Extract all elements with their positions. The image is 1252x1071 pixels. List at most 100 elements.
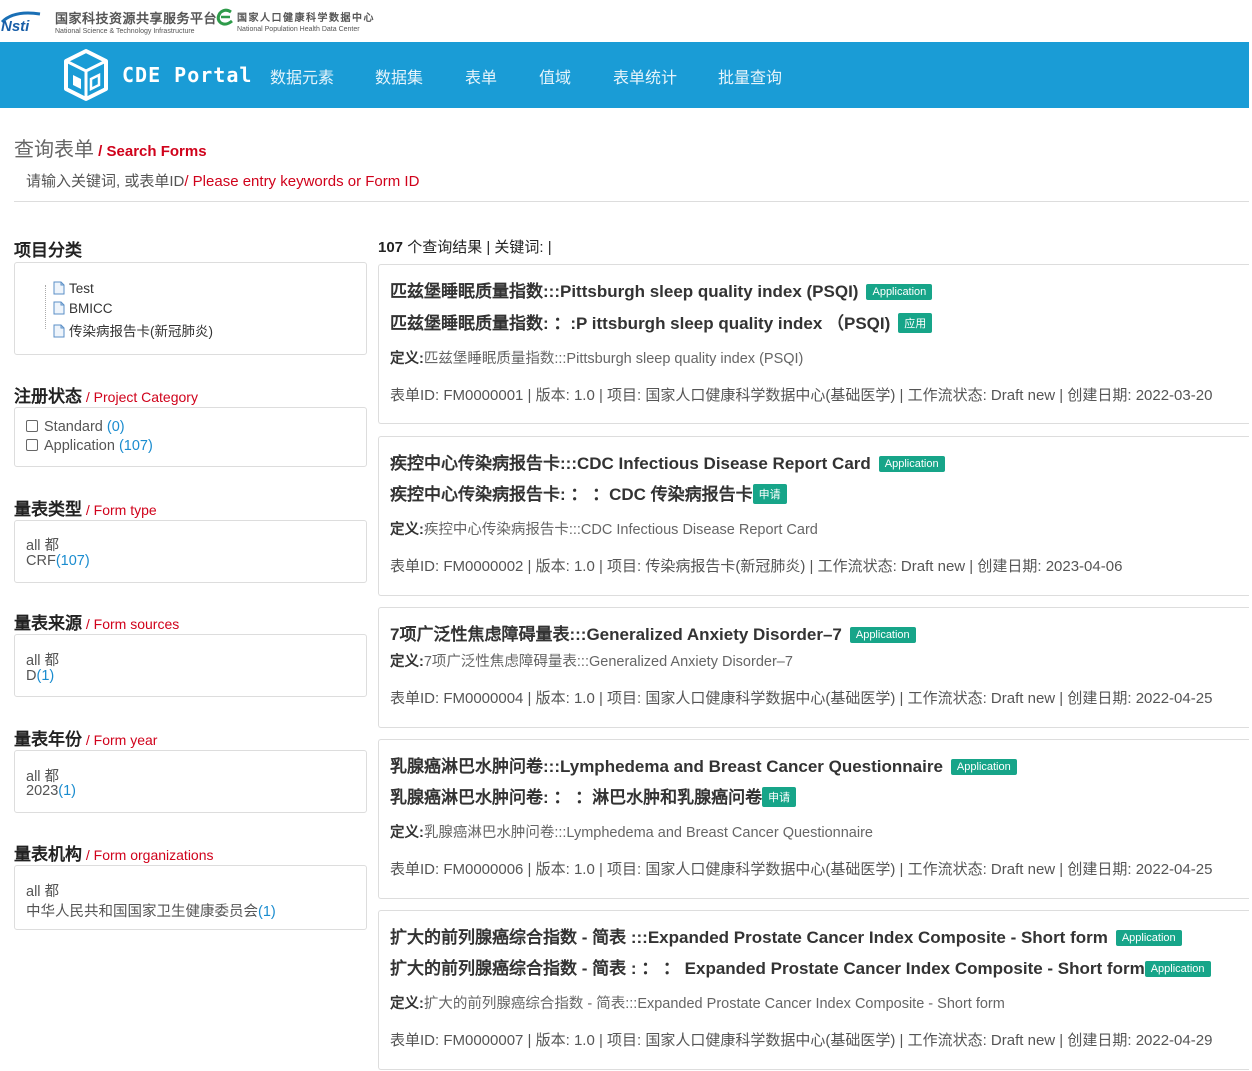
- card-subtitle-text: 疾控中心传染病报告卡: ： ：CDC 传染病报告卡: [390, 485, 753, 504]
- card-title[interactable]: 7项广泛性焦虑障碍量表:::Generalized Anxiety Disord…: [390, 620, 916, 645]
- card-meta: 表单ID: FM0000004 | 版本: 1.0 | 项目: 国家人口健康科学…: [390, 690, 1213, 707]
- result-card[interactable]: 疾控中心传染病报告卡:::CDC Infectious Disease Repo…: [378, 436, 1249, 596]
- card-subtitle-text: 乳腺癌淋巴水肿问卷: ： ：淋巴水肿和乳腺癌问卷: [390, 788, 763, 807]
- nsti-logo-icon: Nsti: [0, 11, 41, 34]
- search-input[interactable]: 请输入关键词, 或表单ID/ Please entry keywords or …: [26, 170, 419, 191]
- card-meta: 表单ID: FM0000006 | 版本: 1.0 | 项目: 国家人口健康科学…: [390, 861, 1213, 878]
- nav-datasets[interactable]: 数据集: [375, 64, 423, 88]
- option-count: (1): [36, 668, 55, 684]
- result-card[interactable]: 扩大的前列腺癌综合指数 - 简表 :::Expanded Prostate Ca…: [378, 910, 1249, 1070]
- facet-project-title-cn: 项目分类: [14, 241, 82, 260]
- card-subtitle[interactable]: 扩大的前列腺癌综合指数 - 简表 : ： ： Expanded Prostate…: [390, 954, 1211, 979]
- page-title-cn: 查询表单: [14, 139, 94, 161]
- facet-form-orgs-title-en: / Form organizations: [82, 847, 214, 863]
- status-badge: Application: [866, 284, 933, 300]
- facet-form-sources-title-en: / Form sources: [82, 616, 180, 632]
- option-count: (107): [118, 438, 153, 454]
- form-year-2023[interactable]: 2023(1): [26, 783, 76, 799]
- option-count: (0): [106, 419, 125, 435]
- facet-status-title-cn: 注册状态: [14, 387, 82, 406]
- option-label: 中华人民共和国国家卫生健康委员会: [26, 904, 258, 920]
- definition-text: 7项广泛性焦虑障碍量表:::Generalized Anxiety Disord…: [423, 654, 793, 670]
- card-subtitle-text: 扩大的前列腺癌综合指数 - 简表 : ： ： Expanded Prostate…: [390, 959, 1145, 978]
- status-option-application[interactable]: Application (107): [26, 438, 153, 454]
- facet-form-type-title-en: / Form type: [82, 502, 157, 518]
- facet-form-year-title-en: / Form year: [82, 732, 158, 748]
- facet-form-sources-title: 量表来源 / Form sources: [14, 609, 179, 634]
- facet-form-year-box: all 都 2023(1): [14, 750, 367, 813]
- result-card[interactable]: 7项广泛性焦虑障碍量表:::Generalized Anxiety Disord…: [378, 607, 1249, 728]
- file-icon: [53, 281, 65, 295]
- definition-label: 定义:: [390, 654, 424, 670]
- result-card[interactable]: 匹兹堡睡眠质量指数:::Pittsburgh sleep quality ind…: [378, 264, 1249, 424]
- card-subtitle-text: 匹兹堡睡眠质量指数: ：:P ittsburgh sleep quality i…: [390, 314, 891, 333]
- cde-portal-logo-icon[interactable]: [62, 48, 110, 102]
- card-title[interactable]: 匹兹堡睡眠质量指数:::Pittsburgh sleep quality ind…: [390, 277, 933, 302]
- definition-text: 匹兹堡睡眠质量指数:::Pittsburgh sleep quality ind…: [423, 351, 804, 367]
- facet-form-orgs-title: 量表机构 / Form organizations: [14, 840, 214, 865]
- facet-form-type-title-cn: 量表类型: [14, 500, 82, 519]
- nav-data-elements[interactable]: 数据元素: [270, 64, 334, 88]
- nav-form-statistics[interactable]: 表单统计: [613, 64, 677, 88]
- header-divider: [14, 201, 1249, 202]
- facet-project-title: 项目分类: [14, 236, 82, 261]
- facet-status-title-en: / Project Category: [82, 389, 198, 405]
- card-title[interactable]: 疾控中心传染病报告卡:::CDC Infectious Disease Repo…: [390, 449, 945, 474]
- nphd-name-cn: 国家人口健康科学数据中心: [237, 13, 375, 24]
- status-badge: 应用: [898, 313, 933, 333]
- facet-form-year-title-cn: 量表年份: [14, 730, 82, 749]
- option-label: Application: [44, 438, 119, 454]
- card-definition: 定义:7项广泛性焦虑障碍量表:::Generalized Anxiety Dis…: [390, 650, 793, 671]
- form-sources-all[interactable]: all 都: [26, 649, 59, 670]
- form-type-crf[interactable]: CRF(107): [26, 553, 90, 569]
- status-badge: 申请: [752, 484, 787, 504]
- form-sources-d[interactable]: D(1): [26, 668, 54, 684]
- option-label: 2023: [26, 783, 59, 799]
- definition-label: 定义:: [390, 351, 424, 367]
- tree-item-label: BMICC: [69, 301, 113, 316]
- nav-forms[interactable]: 表单: [465, 64, 497, 88]
- card-definition: 定义:疾控中心传染病报告卡:::CDC Infectious Disease R…: [390, 518, 818, 539]
- status-badge: Application: [849, 627, 916, 643]
- file-icon: [53, 324, 65, 338]
- tree-item-label: 传染病报告卡(新冠肺炎): [69, 324, 213, 339]
- tree-item-label: Test: [69, 281, 94, 296]
- form-type-all[interactable]: all 都: [26, 534, 59, 555]
- card-subtitle[interactable]: 疾控中心传染病报告卡: ： ：CDC 传染病报告卡 申请: [390, 480, 787, 505]
- tree-connector: [45, 285, 46, 329]
- card-subtitle[interactable]: 乳腺癌淋巴水肿问卷: ： ：淋巴水肿和乳腺癌问卷 申请: [390, 783, 797, 808]
- form-orgs-nhc[interactable]: 中华人民共和国国家卫生健康委员会(1): [26, 900, 276, 921]
- nav-value-domains[interactable]: 值域: [539, 64, 571, 88]
- card-subtitle[interactable]: 匹兹堡睡眠质量指数: ：:P ittsburgh sleep quality i…: [390, 309, 933, 334]
- option-label: D: [26, 668, 37, 684]
- facet-form-type-title: 量表类型 / Form type: [14, 495, 157, 520]
- result-summary: 107 个查询结果 | 关键词: |: [378, 236, 552, 257]
- card-title[interactable]: 乳腺癌淋巴水肿问卷:::Lymphedema and Breast Cancer…: [390, 752, 1017, 777]
- portal-name[interactable]: CDE Portal: [122, 63, 252, 87]
- main-navbar: CDE Portal 数据元素 数据集 表单 值域 表单统计 批量查询: [0, 42, 1249, 108]
- definition-text: 疾控中心传染病报告卡:::CDC Infectious Disease Repo…: [423, 522, 818, 538]
- card-definition: 定义:扩大的前列腺癌综合指数 - 简表:::Expanded Prostate …: [390, 992, 1005, 1013]
- card-definition: 定义:匹兹堡睡眠质量指数:::Pittsburgh sleep quality …: [390, 347, 803, 368]
- nphd-logo-icon: [216, 8, 233, 26]
- institution-banner: Nsti 国家科技资源共享服务平台 National Science & Tec…: [0, 0, 1252, 42]
- nsti-name-cn: 国家科技资源共享服务平台: [55, 11, 218, 26]
- definition-label: 定义:: [390, 522, 424, 538]
- card-title[interactable]: 扩大的前列腺癌综合指数 - 简表 :::Expanded Prostate Ca…: [390, 923, 1182, 948]
- nphd-name-en: National Population Health Data Center: [237, 26, 360, 33]
- status-badge: 申请: [762, 787, 797, 807]
- standard-checkbox[interactable]: [26, 420, 38, 432]
- application-checkbox[interactable]: [26, 439, 38, 451]
- card-meta: 表单ID: FM0000007 | 版本: 1.0 | 项目: 国家人口健康科学…: [390, 1032, 1213, 1049]
- facet-form-orgs-title-cn: 量表机构: [14, 845, 82, 864]
- card-definition: 定义:乳腺癌淋巴水肿问卷:::Lymphedema and Breast Can…: [390, 821, 873, 842]
- nav-batch-query[interactable]: 批量查询: [718, 64, 782, 88]
- result-summary-text: 个查询结果 | 关键词: |: [403, 239, 552, 256]
- form-orgs-all[interactable]: all 都: [26, 880, 59, 901]
- tree-item-bmicc[interactable]: BMICC: [53, 301, 113, 316]
- status-option-standard[interactable]: Standard (0): [26, 419, 125, 435]
- tree-item-infectious-report[interactable]: 传染病报告卡(新冠肺炎): [53, 320, 213, 340]
- definition-text: 扩大的前列腺癌综合指数 - 简表:::Expanded Prostate Can…: [423, 996, 1005, 1012]
- result-card[interactable]: 乳腺癌淋巴水肿问卷:::Lymphedema and Breast Cancer…: [378, 739, 1249, 899]
- tree-item-test[interactable]: Test: [53, 281, 94, 296]
